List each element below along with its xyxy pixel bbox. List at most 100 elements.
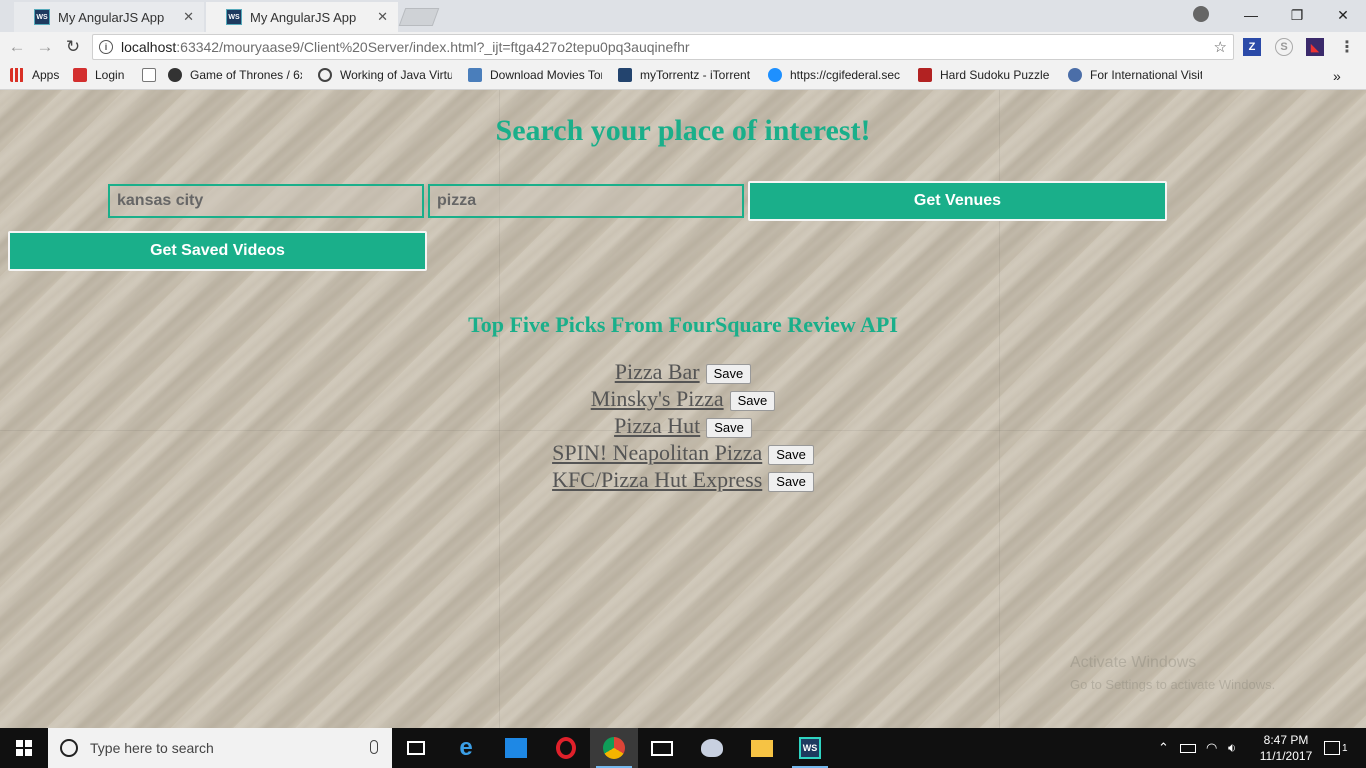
clock-time: 8:47 PM: [1263, 733, 1309, 747]
get-venues-label: Get Venues: [913, 192, 1002, 209]
bookmarks-bar: Apps Login Game of Thrones / 6x Working …: [0, 62, 1366, 90]
close-tab-icon[interactable]: ✕: [183, 9, 194, 25]
edge-icon[interactable]: e: [442, 728, 490, 768]
aci-icon: [73, 68, 87, 82]
profile-icon[interactable]: [1193, 6, 1209, 22]
bookmarks-overflow-icon[interactable]: »: [1333, 68, 1341, 84]
list-item: SPIN! Neapolitan Pizza Save: [0, 439, 1366, 466]
task-view-icon[interactable]: [392, 728, 440, 768]
extension-icon[interactable]: ◣: [1306, 38, 1324, 56]
address-bar[interactable]: i localhost:63342/mouryaase9/Client%20Se…: [92, 34, 1234, 60]
query-input[interactable]: pizza: [428, 184, 744, 218]
bookmark-game-of-thrones[interactable]: Game of Thrones / 6x: [168, 68, 302, 82]
venue-link[interactable]: SPIN! Neapolitan Pizza: [552, 440, 762, 466]
search-placeholder: Type here to search: [90, 740, 214, 756]
show-hidden-icons[interactable]: ⌃: [1158, 728, 1169, 768]
list-item: Minsky's Pizza Save: [0, 385, 1366, 412]
new-tab-button[interactable]: [398, 8, 440, 26]
bookmark-login[interactable]: Login: [73, 68, 124, 82]
venue-link[interactable]: Pizza Bar: [615, 359, 700, 385]
reload-icon[interactable]: ↻: [62, 37, 84, 57]
mail-icon[interactable]: [638, 728, 686, 768]
webstorm-icon: WS: [34, 9, 50, 25]
activate-windows-watermark: Activate Windows Go to Settings to activ…: [1070, 652, 1275, 696]
chrome-icon[interactable]: [590, 728, 638, 768]
info-icon[interactable]: i: [99, 40, 113, 54]
forward-arrow-icon[interactable]: →: [34, 37, 56, 57]
bookmark-international-visitors[interactable]: For International Visit: [1068, 68, 1202, 82]
battery-icon[interactable]: [1180, 728, 1196, 768]
bookmark-label: Apps: [32, 68, 60, 82]
get-saved-videos-button[interactable]: Get Saved Videos: [8, 231, 427, 271]
skype-extension-icon[interactable]: S: [1275, 38, 1293, 56]
save-button[interactable]: Save: [705, 363, 752, 384]
venue-link[interactable]: KFC/Pizza Hut Express: [552, 467, 762, 493]
bookmark-apps[interactable]: Apps: [10, 68, 59, 82]
action-center-icon[interactable]: 1: [1324, 728, 1348, 768]
taskbar-search-box[interactable]: Type here to search: [48, 728, 392, 768]
bookmark-mytorrentz[interactable]: myTorrentz - iTorrent: [618, 68, 750, 82]
file-explorer-icon[interactable]: [738, 728, 786, 768]
g-icon: [318, 68, 332, 82]
microphone-icon[interactable]: [370, 740, 378, 754]
seal-icon: [1068, 68, 1082, 82]
paint-icon[interactable]: [688, 728, 736, 768]
start-button[interactable]: [0, 728, 48, 768]
get-saved-videos-label: Get Saved Videos: [150, 242, 285, 259]
opera-icon[interactable]: [542, 728, 590, 768]
save-button[interactable]: Save: [706, 417, 752, 438]
query-input-value: pizza: [437, 192, 477, 209]
close-tab-icon[interactable]: ✕: [377, 9, 388, 25]
bookmark-cgifederal[interactable]: https://cgifederal.sec: [768, 68, 900, 82]
menu-kebab-icon[interactable]: ⋮: [1338, 38, 1356, 56]
zotero-extension-icon[interactable]: Z: [1243, 38, 1261, 56]
minimize-button[interactable]: —: [1228, 0, 1274, 30]
back-arrow-icon[interactable]: ←: [6, 37, 28, 57]
bookmark-page[interactable]: [142, 68, 164, 82]
list-item: Pizza Bar Save: [0, 358, 1366, 385]
bookmark-label: Working of Java Virtu: [340, 68, 452, 82]
bookmark-label: Download Movies Tor: [490, 68, 602, 82]
section-title: Top Five Picks From FourSquare Review AP…: [468, 312, 898, 337]
bookmark-label: myTorrentz - iTorrent: [640, 68, 751, 82]
watermark-line-1: Activate Windows: [1070, 654, 1197, 671]
page-content: Search your place of interest! kansas ci…: [0, 90, 1366, 728]
wifi-icon[interactable]: ◠: [1206, 728, 1217, 768]
binoculars-icon: [168, 68, 182, 82]
get-venues-button[interactable]: Get Venues: [748, 181, 1167, 221]
store-icon[interactable]: [492, 728, 540, 768]
save-button[interactable]: Save: [729, 390, 776, 411]
restore-button[interactable]: ❐: [1274, 0, 1320, 30]
volume-icon[interactable]: 🔉︎: [1228, 728, 1236, 768]
close-window-button[interactable]: ✕: [1320, 0, 1366, 30]
save-button[interactable]: Save: [768, 471, 814, 492]
notification-count: 1: [1342, 742, 1348, 754]
page-title: Search your place of interest!: [495, 114, 871, 147]
venue-link[interactable]: Minsky's Pizza: [591, 386, 724, 412]
browser-tab-2[interactable]: WS My AngularJS App ✕: [206, 2, 398, 32]
browser-toolbar: ← → ↻ i localhost:63342/mouryaase9/Clien…: [0, 32, 1366, 62]
webstorm-taskbar-icon[interactable]: WS: [786, 728, 834, 768]
city-input-value: kansas city: [117, 192, 204, 209]
tab-label: My AngularJS App: [250, 9, 357, 25]
save-button[interactable]: Save: [768, 444, 814, 465]
webstorm-icon: WS: [226, 9, 242, 25]
bookmark-label: Game of Thrones / 6x: [190, 68, 302, 82]
bookmark-download-movies[interactable]: Download Movies Tor: [468, 68, 602, 82]
bookmark-java[interactable]: Working of Java Virtu: [318, 68, 452, 82]
browser-tab-1[interactable]: WS My AngularJS App ✕: [14, 2, 204, 32]
url-host: localhost: [121, 39, 177, 55]
cloud-icon: [768, 68, 782, 82]
tab-label: My AngularJS App: [58, 9, 165, 25]
watermark-line-2: Go to Settings to activate Windows.: [1070, 677, 1276, 692]
city-input[interactable]: kansas city: [108, 184, 424, 218]
url-path: :63342/mouryaase9/Client%20Server/index.…: [176, 39, 690, 55]
download-icon: [468, 68, 482, 82]
list-item: KFC/Pizza Hut Express Save: [0, 466, 1366, 493]
bookmark-sudoku[interactable]: Hard Sudoku Puzzle: [918, 68, 1049, 82]
bookmark-star-icon[interactable]: ☆: [1214, 38, 1227, 56]
venue-list: Pizza Bar Save Minsky's Pizza Save Pizza…: [0, 358, 1366, 493]
venue-link[interactable]: Pizza Hut: [614, 413, 700, 439]
bookmark-label: https://cgifederal.sec: [790, 68, 901, 82]
system-clock[interactable]: 8:47 PM 11/1/2017: [1250, 732, 1322, 764]
